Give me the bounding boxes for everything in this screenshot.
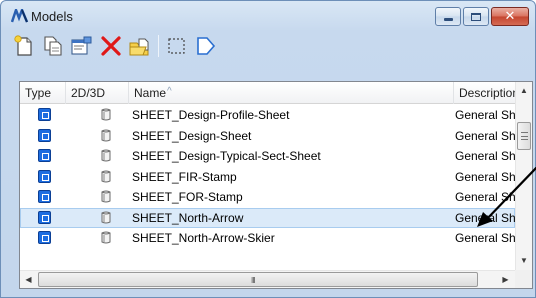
grip-icon (521, 132, 528, 140)
import-model-button[interactable] (127, 33, 153, 59)
2d-model-icon (101, 231, 111, 244)
scroll-left-icon[interactable]: ◀ (20, 271, 37, 288)
table-row[interactable]: SHEET_North-Arrow-Skier General Shee (20, 228, 515, 249)
minimize-button[interactable] (435, 7, 461, 26)
column-header-2d3d[interactable]: 2D/3D (66, 82, 129, 104)
sort-ascending-icon: ^ (167, 86, 172, 97)
model-description: General Shee (455, 128, 515, 143)
import-model-icon (129, 38, 149, 56)
2d-model-icon (101, 129, 111, 141)
table-row[interactable]: SHEET_North-ArrowGeneral Shee (20, 207, 515, 228)
window-title: Models (31, 9, 73, 24)
export-arrow-icon (197, 37, 216, 55)
model-name: SHEET_Design-Sheet (132, 128, 252, 143)
horizontal-scroll-thumb[interactable]: III (38, 272, 478, 287)
select-area-button[interactable] (164, 33, 190, 59)
minimize-icon (443, 18, 453, 21)
maximize-button[interactable] (463, 7, 489, 26)
edit-model-properties-icon (71, 36, 92, 55)
scrollbar-corner (515, 270, 532, 288)
model-name: SHEET_North-Arrow-Skier (132, 231, 275, 245)
export-arrow-button[interactable] (193, 33, 219, 59)
models-list: Type 2D/3D Name ^ Description SHEET_Desi… (19, 81, 533, 289)
copy-model-button[interactable] (40, 33, 66, 59)
sheet-model-type-icon (38, 231, 51, 244)
2d-model-icon (101, 170, 111, 182)
sheet-model-type-icon (38, 149, 51, 162)
table-row[interactable]: SHEET_Design-Profile-Sheet General Shee (20, 105, 515, 126)
model-name: SHEET_FIR-Stamp (132, 169, 237, 184)
close-button[interactable]: ✕ (491, 7, 529, 26)
column-header-type[interactable]: Type (20, 82, 66, 104)
copy-model-icon (44, 36, 62, 56)
sheet-model-type-icon (38, 108, 51, 121)
create-model-icon (14, 35, 32, 56)
table-row[interactable]: SHEET_Design-Typical-Sect-Sheet General S… (20, 146, 515, 167)
delete-model-button[interactable] (98, 33, 124, 59)
model-name: SHEET_FOR-Stamp (132, 190, 243, 204)
column-header-name[interactable]: Name (129, 82, 454, 104)
vertical-scroll-thumb[interactable] (517, 122, 531, 150)
table-row[interactable]: SHEET_FIR-StampGeneral Shee (20, 167, 515, 188)
toolbar-separator (158, 35, 159, 57)
sheet-model-type-icon (38, 190, 51, 203)
horizontal-scrollbar[interactable]: ◀ III ▶ (20, 270, 515, 288)
delete-model-icon (101, 36, 121, 56)
2d-model-icon (101, 211, 111, 223)
2d-model-icon (101, 190, 111, 203)
grip-icon: III (251, 276, 256, 285)
list-rows: SHEET_Design-Profile-SheetGeneral SheeSH… (20, 105, 515, 249)
model-description: General Shee (455, 149, 515, 163)
close-icon: ✕ (504, 9, 516, 24)
microstation-logo-icon (11, 9, 29, 23)
title-bar[interactable]: Models ✕ (1, 1, 535, 31)
model-name: SHEET_Design-Profile-Sheet (132, 108, 290, 122)
scroll-up-icon[interactable]: ▲ (516, 82, 532, 99)
sheet-model-type-icon (38, 169, 51, 183)
window-controls: ✕ (435, 7, 529, 27)
2d-model-icon (101, 108, 111, 121)
edit-model-properties-button[interactable] (69, 33, 95, 59)
callout-arrow-icon (477, 167, 536, 227)
models-dialog: Models ✕ Type 2D/3D Name ^ Description S… (0, 0, 536, 298)
maximize-icon (471, 12, 481, 21)
list-header: Type 2D/3D Name ^ Description (20, 82, 519, 104)
sheet-model-type-icon (38, 210, 51, 224)
model-description: General Shee (455, 108, 515, 122)
select-area-icon (168, 38, 185, 54)
create-model-button[interactable] (11, 33, 37, 59)
model-name: SHEET_North-Arrow (132, 210, 244, 225)
scroll-right-icon[interactable]: ▶ (497, 271, 514, 288)
sheet-model-type-icon (38, 128, 51, 142)
models-toolbar (11, 32, 222, 60)
scroll-down-icon[interactable]: ▼ (516, 252, 532, 269)
model-name: SHEET_Design-Typical-Sect-Sheet (132, 149, 321, 163)
table-row[interactable]: SHEET_FOR-StampGeneral Shee (20, 187, 515, 208)
2d-model-icon (101, 149, 111, 162)
model-description: General Shee (455, 231, 515, 245)
table-row[interactable]: SHEET_Design-Sheet General Shee (20, 126, 515, 147)
column-header-description[interactable]: Description (454, 82, 519, 104)
